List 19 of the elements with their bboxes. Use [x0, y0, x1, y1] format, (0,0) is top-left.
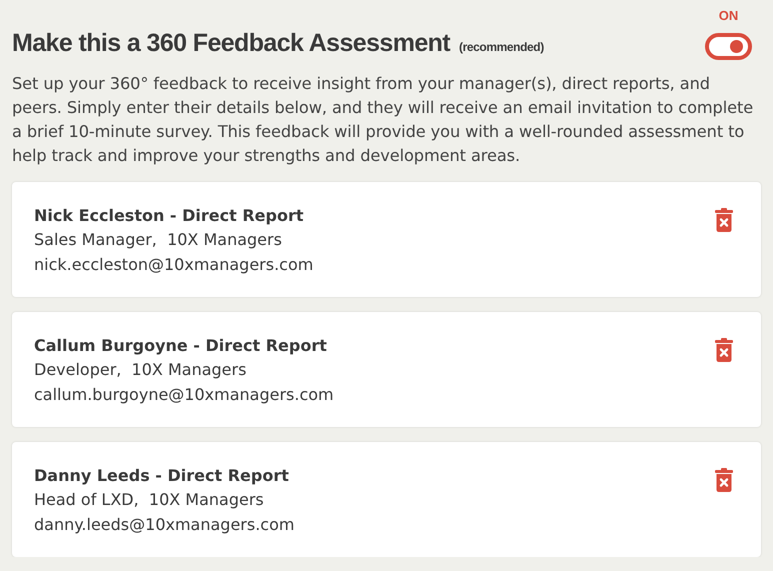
delete-icon: [715, 468, 733, 492]
reviewer-name: Danny Leeds - Direct Report: [34, 465, 290, 487]
delete-icon: [715, 338, 733, 362]
reviewer-name: Callum Burgoyne - Direct Report: [34, 335, 328, 357]
reviewer-name: Nick Eccleston - Direct Report: [34, 205, 305, 227]
delete-icon: [715, 208, 733, 232]
description-text: Set up your 360° feedback to receive insight from your manager(s), direct reports, and peers. Simply enter their details below, and they will receive an email invitation to complete a brief 10-minute survey. This feedback will provide you with a well-rounded assessment to help track and improve your strengths and development areas.: [12, 73, 754, 167]
toggle-switch[interactable]: [705, 33, 752, 60]
reviewer-email: nick.eccleston@10xmanagers.com: [34, 254, 314, 276]
reviewer-email: callum.burgoyne@10xmanagers.com: [34, 384, 334, 406]
toggle-label: ON: [718, 8, 738, 23]
reviewer-role: Developer, 10X Managers: [34, 359, 248, 381]
delete-button[interactable]: [715, 208, 733, 232]
reviewer-email: danny.leeds@10xmanagers.com: [34, 514, 294, 536]
reviewer-role: Head of LXD, 10X Managers: [34, 489, 265, 511]
reviewer-role: Sales Manager, 10X Managers: [34, 229, 283, 251]
section-title: Make this a 360 Feedback Assessment (recommended): [12, 29, 544, 59]
delete-button[interactable]: [715, 338, 733, 362]
delete-button[interactable]: [715, 468, 733, 492]
